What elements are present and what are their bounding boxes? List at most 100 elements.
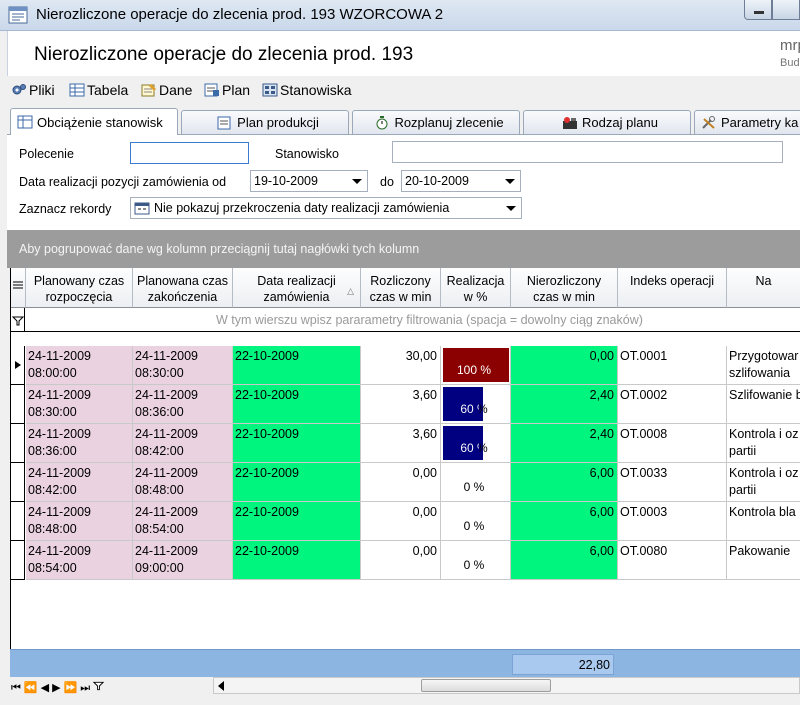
- cell-realization[interactable]: 100 %: [441, 346, 511, 385]
- cell-unsettled[interactable]: 6,00: [511, 463, 618, 502]
- polecenie-input[interactable]: [130, 142, 249, 164]
- cell-end-line: 24-11-2009: [135, 505, 199, 519]
- last-record-button[interactable]: ⏭: [80, 680, 90, 696]
- cell-unsettled[interactable]: 6,00: [511, 502, 618, 541]
- cell-start[interactable]: 24-11-2009 08:48:00: [26, 502, 133, 541]
- stanowisko-input[interactable]: [392, 141, 783, 163]
- cell-start[interactable]: 24-11-2009 08:36:00: [26, 424, 133, 463]
- prev-page-button[interactable]: ⏪: [24, 680, 38, 696]
- prev-record-button[interactable]: ◀: [41, 680, 49, 696]
- cell-unsettled-value: 2,40: [589, 427, 614, 441]
- cell-end[interactable]: 24-11-2009 08:42:00: [133, 424, 233, 463]
- horizontal-scrollbar[interactable]: [213, 677, 800, 694]
- cell-settled[interactable]: 0,00: [361, 502, 441, 541]
- cell-op-index[interactable]: OT.0080: [618, 541, 727, 580]
- cell-unsettled[interactable]: 0,00: [511, 346, 618, 385]
- cell-name[interactable]: Kontrola i oz partii: [727, 463, 800, 502]
- next-record-button[interactable]: ▶: [52, 680, 60, 696]
- filter-button[interactable]: [92, 680, 105, 696]
- cell-realization[interactable]: 60 %: [441, 424, 511, 463]
- cell-op-index[interactable]: OT.0008: [618, 424, 727, 463]
- maximize-button[interactable]: [772, 0, 800, 20]
- cell-order-date[interactable]: 22-10-2009: [233, 463, 361, 502]
- cell-op-index[interactable]: OT.0002: [618, 385, 727, 424]
- cell-order-date[interactable]: 22-10-2009: [233, 502, 361, 541]
- cell-start[interactable]: 24-11-2009 08:54:00: [26, 541, 133, 580]
- cell-unsettled[interactable]: 6,00: [511, 541, 618, 580]
- cell-realization[interactable]: 0 %: [441, 502, 511, 541]
- cell-realization[interactable]: 60 %: [441, 385, 511, 424]
- cell-settled[interactable]: 0,00: [361, 541, 441, 580]
- cell-name[interactable]: Przygotowar szlifowania: [727, 346, 800, 385]
- menu-plan[interactable]: Plan: [204, 81, 250, 99]
- cell-end[interactable]: 24-11-2009 08:36:00: [133, 385, 233, 424]
- cell-order-date[interactable]: 22-10-2009: [233, 346, 361, 385]
- cell-name-line: szlifowania: [729, 366, 791, 380]
- list-icon: [13, 281, 23, 289]
- date-from-combo[interactable]: 19-10-2009: [250, 170, 368, 192]
- menu-dane[interactable]: Dane: [141, 81, 192, 99]
- cell-name[interactable]: Kontrola i oz partii: [727, 424, 800, 463]
- tab-rodzaj-planu[interactable]: Rodzaj planu: [523, 110, 691, 134]
- row-selector[interactable]: [11, 502, 25, 541]
- column-header-unsettled[interactable]: Nierozliczony czas w min: [511, 268, 618, 308]
- cell-unsettled[interactable]: 2,40: [511, 385, 618, 424]
- column-chooser-button[interactable]: [11, 268, 26, 308]
- cell-end[interactable]: 24-11-2009 09:00:00: [133, 541, 233, 580]
- tab-rozplanuj-zlecenie[interactable]: Rozplanuj zlecenie: [352, 110, 520, 134]
- cell-name[interactable]: Szlifowanie b: [727, 385, 800, 424]
- scrollbar-thumb[interactable]: [421, 679, 551, 692]
- column-header-settled[interactable]: Rozliczony czas w min: [361, 268, 441, 308]
- tab-obciazenie-stanowisk[interactable]: Obciążenie stanowisk: [10, 108, 178, 135]
- row-selector[interactable]: [11, 346, 25, 385]
- date-to-combo[interactable]: 20-10-2009: [401, 170, 521, 192]
- tab-parametry[interactable]: Parametry ka: [694, 110, 800, 134]
- row-selector[interactable]: [11, 424, 25, 463]
- cell-settled[interactable]: 30,00: [361, 346, 441, 385]
- cell-settled[interactable]: 3,60: [361, 424, 441, 463]
- column-header-start[interactable]: Planowany czas rozpoczęcia: [26, 268, 133, 308]
- next-page-button[interactable]: ⏩: [64, 680, 78, 696]
- menu-pliki[interactable]: Pliki: [11, 81, 55, 99]
- operations-grid: Planowany czas rozpoczęcia Planowana cza…: [10, 268, 800, 649]
- column-header-name[interactable]: Na: [727, 268, 800, 308]
- scroll-left-icon[interactable]: [218, 681, 224, 691]
- cell-order-date[interactable]: 22-10-2009: [233, 385, 361, 424]
- cell-settled[interactable]: 0,00: [361, 463, 441, 502]
- column-header-end[interactable]: Planowana czas zakończenia: [133, 268, 233, 308]
- menu-tabela[interactable]: Tabela: [69, 81, 128, 99]
- cell-settled-value: 0,00: [412, 544, 437, 558]
- cell-order-date[interactable]: 22-10-2009: [233, 424, 361, 463]
- row-selector[interactable]: [11, 463, 25, 502]
- cell-op-index[interactable]: OT.0001: [618, 346, 727, 385]
- menu-stanowiska[interactable]: Stanowiska: [262, 81, 352, 99]
- cell-start[interactable]: 24-11-2009 08:00:00: [26, 346, 133, 385]
- filter-row[interactable]: W tym wierszu wpisz pararametry filtrowa…: [11, 308, 800, 332]
- mark-records-combo[interactable]: Nie pokazuj przekroczenia daty realizacj…: [130, 197, 522, 219]
- cell-name-line: Kontrola i oz: [729, 427, 799, 441]
- cell-op-index[interactable]: OT.0033: [618, 463, 727, 502]
- cell-realization[interactable]: 0 %: [441, 463, 511, 502]
- stopwatch-icon: [376, 115, 388, 129]
- cell-name[interactable]: Kontrola bla: [727, 502, 800, 541]
- column-header-realization[interactable]: Realizacja w %: [441, 268, 511, 308]
- minimize-button[interactable]: [744, 0, 772, 20]
- cell-start[interactable]: 24-11-2009 08:30:00: [26, 385, 133, 424]
- tab-plan-produkcji[interactable]: Plan produkcji: [181, 110, 349, 134]
- cell-name[interactable]: Pakowanie: [727, 541, 800, 580]
- column-header-order-date[interactable]: Data realizacji zamówienia △: [233, 268, 361, 308]
- first-record-button[interactable]: ⏮: [11, 680, 21, 696]
- cell-order-date[interactable]: 22-10-2009: [233, 541, 361, 580]
- row-selector[interactable]: [11, 541, 25, 580]
- cell-start[interactable]: 24-11-2009 08:42:00: [26, 463, 133, 502]
- cell-realization[interactable]: 0 %: [441, 541, 511, 580]
- row-selector[interactable]: [11, 385, 25, 424]
- cell-op-index[interactable]: OT.0003: [618, 502, 727, 541]
- cell-end[interactable]: 24-11-2009 08:54:00: [133, 502, 233, 541]
- group-by-area[interactable]: Aby pogrupować dane wg kolumn przeciągni…: [7, 230, 800, 268]
- cell-unsettled[interactable]: 2,40: [511, 424, 618, 463]
- cell-end[interactable]: 24-11-2009 08:30:00: [133, 346, 233, 385]
- cell-settled[interactable]: 3,60: [361, 385, 441, 424]
- column-header-op-index[interactable]: Indeks operacji: [618, 268, 727, 308]
- cell-end[interactable]: 24-11-2009 08:48:00: [133, 463, 233, 502]
